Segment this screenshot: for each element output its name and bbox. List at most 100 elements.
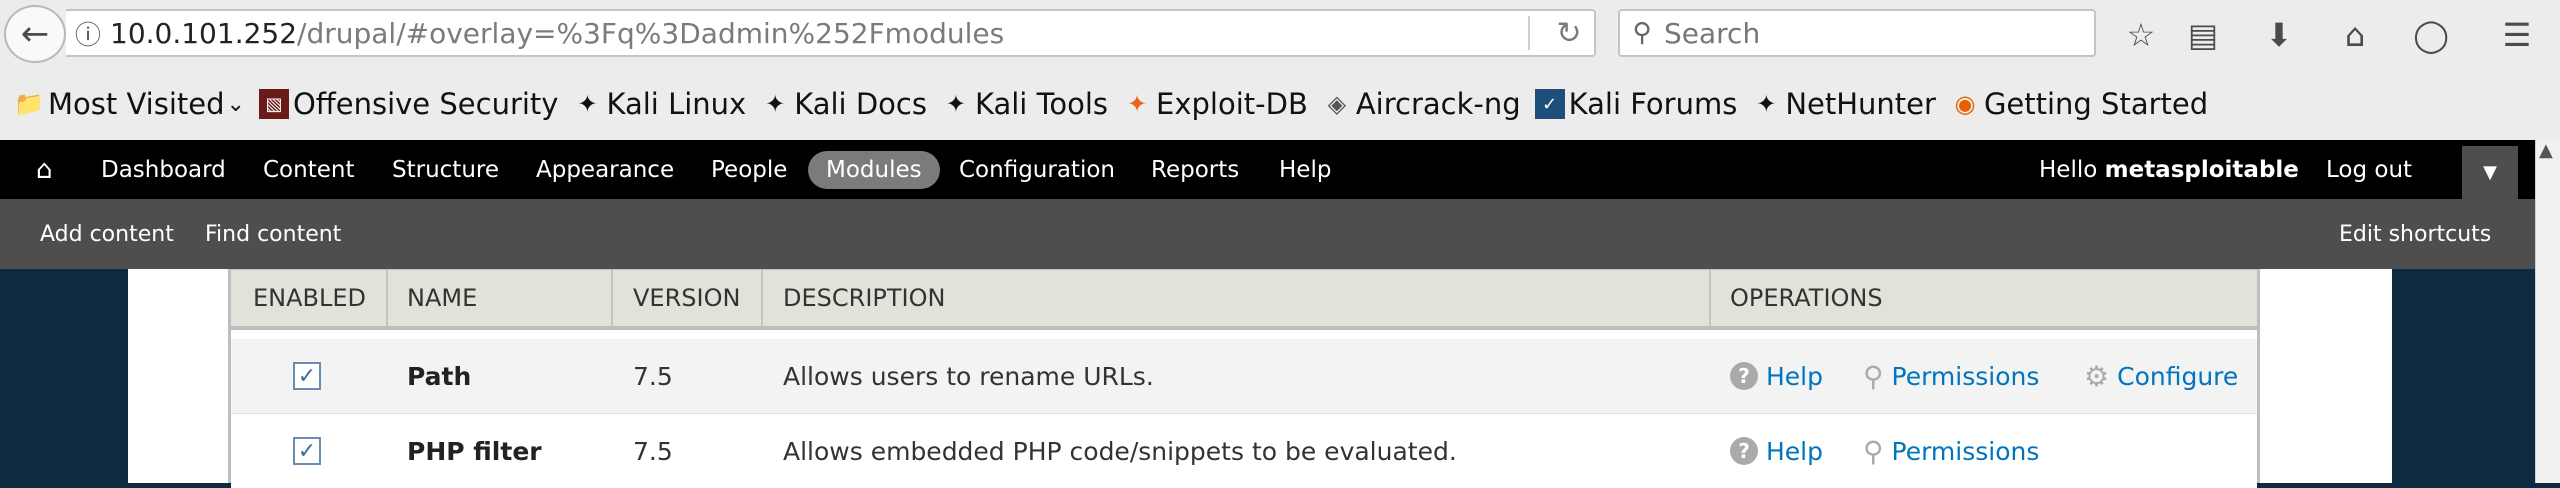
search-icon: ⚲ (1632, 18, 1652, 48)
menu-appearance[interactable]: Appearance (536, 140, 674, 199)
search-box[interactable]: ⚲ Search (1618, 9, 2096, 57)
bookmark-label: Kali Linux (606, 87, 747, 121)
shortcuts-toggle-button[interactable]: ▼ (2462, 146, 2518, 199)
enabled-checkbox[interactable]: ✓ (293, 414, 321, 488)
user-greeting: Hello metasploitable (2039, 140, 2299, 199)
table-header: ENABLED NAME VERSION DESCRIPTION OPERATI… (231, 269, 2257, 330)
hello-text: Hello (2039, 156, 2098, 183)
menu-icon[interactable]: ☰ (2494, 12, 2540, 58)
shortcut-add-content[interactable]: Add content (40, 199, 174, 269)
help-link[interactable]: ? Help (1730, 339, 1823, 413)
username[interactable]: metasploitable (2105, 157, 2299, 183)
menu-content[interactable]: Content (263, 140, 354, 199)
home-icon[interactable]: ⌂ (36, 140, 53, 199)
search-placeholder: Search (1664, 16, 1761, 50)
modules-table: ENABLED NAME VERSION DESCRIPTION OPERATI… (228, 269, 2260, 488)
module-description: Allows users to rename URLs. (783, 361, 1154, 391)
kali-forums-icon: ✓ (1534, 89, 1565, 119)
gear-icon: ⚙ (2084, 359, 2110, 393)
bookmark-label: Kali Docs (794, 87, 927, 121)
reload-icon[interactable]: ↻ (1544, 16, 1594, 51)
download-icon[interactable]: ⬇ (2256, 12, 2302, 58)
folder-icon: 📁 (14, 90, 44, 118)
menu-modules-label: Modules (808, 150, 940, 189)
menu-configuration[interactable]: Configuration (959, 140, 1115, 199)
menu-people[interactable]: People (711, 140, 787, 199)
help-link[interactable]: ? Help (1730, 414, 1823, 488)
url-host: 10.0.101.252 (110, 16, 298, 50)
url-bar[interactable]: ⓘ 10.0.101.252/drupal/#overlay=%3Fq%3Dad… (66, 9, 1596, 57)
bookmark-label: Offensive Security (292, 87, 559, 121)
table-row: ✓ PHP filter 7.5 Allows embedded PHP cod… (231, 413, 2257, 488)
bookmark-label: Most Visited (48, 87, 225, 121)
bookmark-kali-linux[interactable]: ✦ Kali Linux (572, 87, 746, 121)
library-icon[interactable]: ▤ (2180, 12, 2226, 58)
kali-dragon-icon: ✦ (765, 90, 786, 118)
bookmark-star-icon[interactable]: ☆ (2118, 12, 2164, 58)
pocket-icon[interactable]: ◯ (2408, 12, 2454, 58)
key-icon: ⚲ (1863, 359, 1884, 393)
kali-dragon-icon: ✦ (1756, 90, 1777, 118)
shortcut-find-content[interactable]: Find content (205, 199, 341, 269)
header-divider (611, 270, 613, 326)
menu-help[interactable]: Help (1279, 140, 1331, 199)
bookmark-nethunter[interactable]: ✦ NetHunter (1751, 87, 1936, 121)
table-row: ✓ Path 7.5 Allows users to rename URLs. … (231, 339, 2257, 413)
scroll-up-icon[interactable]: ▲ (2539, 140, 2553, 161)
enabled-checkbox[interactable]: ✓ (293, 339, 321, 413)
help-icon: ? (1730, 437, 1758, 465)
module-description: Allows embedded PHP code/snippets to be … (783, 436, 1457, 466)
checkmark-icon: ✓ (293, 437, 321, 465)
url-path: /drupal/#overlay=%3Fq%3Dadmin%252Fmodule… (297, 16, 1005, 50)
home-icon[interactable]: ⌂ (2332, 12, 2378, 58)
page-scrollbar[interactable]: ▲ (2535, 140, 2560, 483)
module-version: 7.5 (633, 436, 673, 466)
permissions-link[interactable]: ⚲ Permissions (1863, 339, 2039, 413)
menu-structure[interactable]: Structure (392, 140, 499, 199)
header-enabled: ENABLED (253, 284, 367, 312)
header-version: VERSION (633, 284, 741, 312)
bookmark-getting-started[interactable]: ◉ Getting Started (1950, 87, 2208, 121)
info-icon[interactable]: ⓘ (66, 15, 110, 52)
menu-reports[interactable]: Reports (1151, 140, 1239, 199)
help-icon: ? (1730, 362, 1758, 390)
bookmark-label: Exploit-DB (1156, 87, 1308, 121)
exploitdb-icon: ✦ (1126, 90, 1148, 118)
module-name: Path (407, 361, 472, 391)
key-icon: ⚲ (1863, 434, 1884, 468)
header-operations: OPERATIONS (1730, 284, 1883, 312)
menu-dashboard[interactable]: Dashboard (101, 140, 226, 199)
arrow-left-icon: ← (20, 14, 50, 54)
bookmarks-toolbar: 📁 Most Visited ⌄ ▧ Offensive Security ✦ Kali… (0, 68, 2560, 141)
bookmark-most-visited[interactable]: 📁 Most Visited ⌄ (14, 87, 245, 121)
help-label: Help (1766, 436, 1823, 466)
bookmark-exploit-db[interactable]: ✦ Exploit-DB (1122, 87, 1308, 121)
configure-label: Configure (2117, 361, 2239, 391)
bookmark-kali-docs[interactable]: ✦ Kali Docs (760, 87, 927, 121)
help-label: Help (1766, 361, 1823, 391)
configure-link[interactable]: ⚙ Configure (2084, 339, 2238, 413)
permissions-label: Permissions (1891, 436, 2040, 466)
permissions-label: Permissions (1891, 361, 2040, 391)
back-button[interactable]: ← (4, 5, 66, 63)
aircrack-icon: ◈ (1327, 90, 1347, 118)
bookmark-label: Getting Started (1983, 87, 2209, 121)
menu-modules[interactable]: Modules (808, 140, 940, 199)
header-description: DESCRIPTION (783, 284, 946, 312)
url-separator (1528, 16, 1530, 50)
header-divider (386, 270, 388, 326)
permissions-link[interactable]: ⚲ Permissions (1863, 414, 2039, 488)
edit-shortcuts-link[interactable]: Edit shortcuts (2339, 199, 2491, 269)
bookmark-offensive-security[interactable]: ▧ Offensive Security (258, 87, 559, 121)
bookmark-aircrack-ng[interactable]: ◈ Aircrack-ng (1322, 87, 1521, 121)
bookmark-kali-forums[interactable]: ✓ Kali Forums (1534, 87, 1738, 121)
header-divider (761, 270, 763, 326)
overlay-page: ENABLED NAME VERSION DESCRIPTION OPERATI… (128, 269, 2392, 488)
bookmark-label: Kali Forums (1568, 87, 1738, 121)
url-text[interactable]: 10.0.101.252/drupal/#overlay=%3Fq%3Dadmi… (110, 17, 1528, 50)
module-name: PHP filter (407, 436, 542, 466)
logout-link[interactable]: Log out (2326, 140, 2412, 199)
kali-dragon-icon: ✦ (945, 90, 967, 118)
triangle-down-icon: ▼ (2483, 162, 2497, 183)
bookmark-kali-tools[interactable]: ✦ Kali Tools (941, 87, 1108, 121)
